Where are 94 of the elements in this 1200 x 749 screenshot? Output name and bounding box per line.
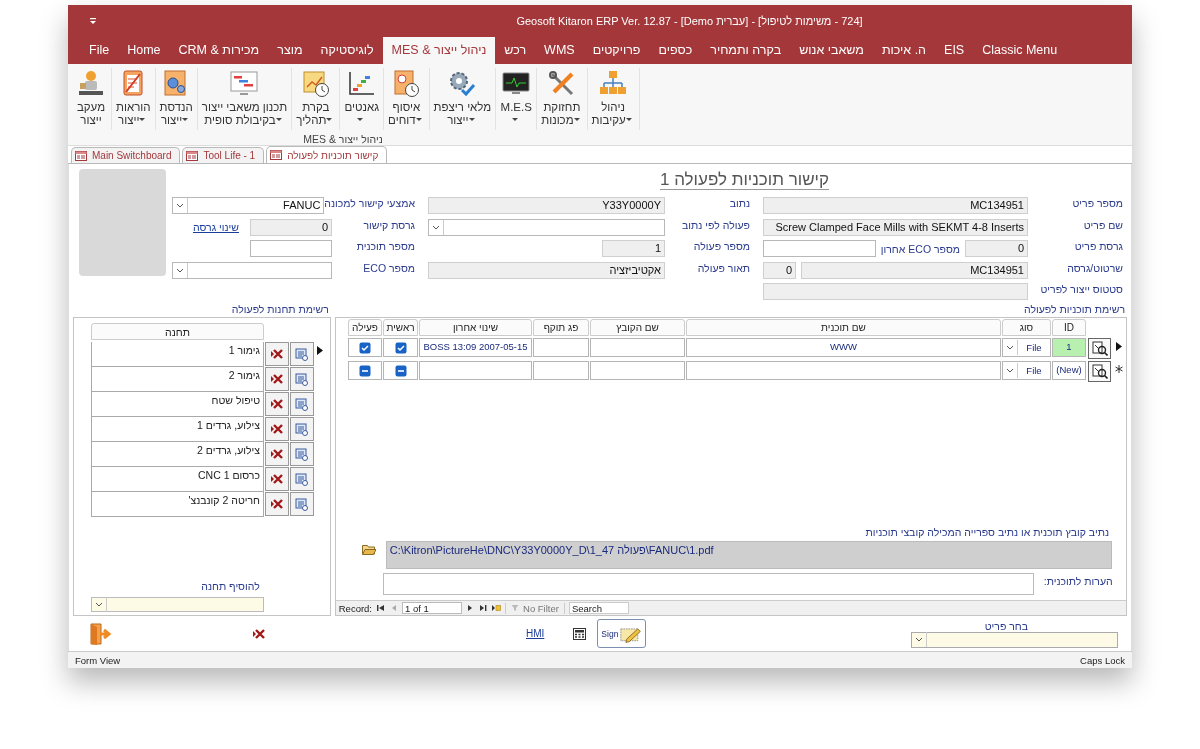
link[interactable]: שינוי גרסה xyxy=(192,221,239,233)
table-cell: (New) xyxy=(1052,361,1086,380)
text-field[interactable]: MC134951 xyxy=(763,197,1028,214)
field-label: תאור פעולה xyxy=(696,260,751,274)
column-header: תחנה xyxy=(91,323,264,340)
ribbon-tab[interactable]: מכירות & CRM xyxy=(169,37,269,64)
document-tab[interactable]: Tool Life - 1 xyxy=(182,147,265,163)
sign-button[interactable]: Sign xyxy=(597,619,647,648)
path-field[interactable]: C:\Kitron\PictureHe\DNC\Y33Y0000Y_D\פעולה 47_1\FANUC\1.pdf xyxy=(385,541,1112,569)
ribbon-button[interactable]: הנדסת ייצור xyxy=(155,68,198,130)
ribbon-tab[interactable]: WMS xyxy=(535,37,584,64)
status-text: Caps Lock xyxy=(1080,654,1125,666)
field-label: להוסיף תחנה xyxy=(200,580,261,592)
column-header: שינוי אחרון xyxy=(419,319,532,336)
document-tab[interactable]: קישור תוכניות לפעולה xyxy=(266,146,388,163)
ribbon-tab[interactable]: EIS xyxy=(935,37,974,64)
ribbon-tab[interactable]: לוגיסטיקה xyxy=(311,37,383,64)
field-label: שם פריט xyxy=(1082,217,1124,231)
field-label: פעולה לפי נתוב xyxy=(681,217,751,231)
ribbon-tab[interactable]: מוצר xyxy=(268,37,312,64)
section-label: רשימת תוכניות לפעולה xyxy=(1023,302,1126,317)
text-field[interactable]: Screw Clamped Face Mills with SEKMT 4-8 Inserts xyxy=(763,218,1028,236)
field-label: מספר ECO אחרון xyxy=(879,242,961,255)
text-field[interactable]: 0 xyxy=(965,240,1028,257)
combo-box[interactable]: File xyxy=(1002,361,1051,380)
ribbon-button[interactable]: תחזוקת מכונות xyxy=(537,68,588,130)
ribbon-tab[interactable]: ה. איכות xyxy=(872,37,936,64)
link[interactable]: HMI xyxy=(526,628,545,639)
status-text: Form View xyxy=(75,654,121,666)
field-label: סטטוס ייצור לפריט xyxy=(1039,282,1124,295)
ribbon-button[interactable]: תכנון משאבי ייצור בקיבולת סופית xyxy=(197,68,293,130)
field-label: אמצעי קישור למכונה xyxy=(324,196,416,209)
field-label: גרסת קישור xyxy=(362,217,416,231)
group-label: ניהול ייצור & MES xyxy=(302,133,384,145)
field-label: מספר ECO xyxy=(362,260,416,274)
ribbon-tab[interactable]: משאבי אנוש xyxy=(790,37,873,64)
ribbon-tab[interactable]: Home xyxy=(118,37,170,64)
ribbon-tab[interactable]: פרויקטים xyxy=(583,37,650,64)
ribbon-tab[interactable]: בקרה ותמחיר xyxy=(701,37,791,64)
ribbon-button[interactable]: ניהול עקיבות xyxy=(587,68,640,130)
station-cell: טיפול שטח xyxy=(91,392,264,417)
ribbon-button[interactable]: הוראות ייצור xyxy=(112,68,156,130)
field-label: מספר תוכנית xyxy=(355,239,416,252)
column-header: סוג xyxy=(1002,319,1051,336)
field-label: שרטוט/גרסה xyxy=(1066,260,1124,274)
text-field[interactable]: אקטיביזציה xyxy=(428,261,665,279)
text-field[interactable]: Y33Y0000Y xyxy=(428,197,665,214)
ribbon-button[interactable]: גאנטים xyxy=(340,68,385,130)
table-cell: WWW xyxy=(686,338,1001,357)
field-label: בחר פריט xyxy=(984,619,1029,632)
text-field[interactable]: 0 xyxy=(763,261,796,279)
combo-box[interactable]: File xyxy=(1002,338,1051,357)
navigator-label: Record: xyxy=(338,602,372,614)
filter-button[interactable]: No Filter xyxy=(505,602,565,614)
column-header: פג תוקף xyxy=(533,319,589,336)
section-label: רשימת תחנות לפעולה xyxy=(230,302,330,317)
ribbon-tab[interactable]: File xyxy=(80,37,119,64)
column-header: שם תוכנית xyxy=(686,319,1001,336)
field-label: נתוב xyxy=(728,196,751,209)
ribbon-tab[interactable]: כספים xyxy=(649,37,702,64)
ribbon-button[interactable]: בקרת תהליך xyxy=(292,68,341,130)
station-cell: גימור 1 xyxy=(91,342,264,367)
station-cell: צילוע, גרדים 2 xyxy=(91,442,264,467)
column-header: ID xyxy=(1052,319,1086,336)
station-cell: כרסום CNC 1 xyxy=(91,467,264,492)
station-cell: חריטה 2 קונבנצ' xyxy=(91,492,264,517)
table-cell: 1 xyxy=(1052,338,1086,357)
field-label: מספר פעולה xyxy=(692,239,751,252)
field-label: מספר פריט xyxy=(1071,196,1124,209)
record-position-field[interactable]: 1 of 1 xyxy=(402,602,462,614)
station-cell: גימור 2 xyxy=(91,367,264,392)
column-header: פעילה xyxy=(348,319,382,336)
ribbon-tab[interactable]: Classic Menu xyxy=(973,37,1067,64)
field-label: הערות לתוכנית: xyxy=(1043,574,1113,587)
table-cell: 2007-05-15 13:09 BOSS xyxy=(419,338,532,357)
ribbon-tab[interactable]: רכש xyxy=(495,37,536,64)
text-field[interactable]: 1 xyxy=(602,240,665,257)
ribbon-button[interactable]: איסוף דוחים xyxy=(384,68,430,130)
station-cell: צילוע, גרדים 1 xyxy=(91,417,264,442)
field-label: גרסת פריט xyxy=(1073,239,1124,252)
text-field[interactable]: MC134951 xyxy=(801,261,1028,279)
ribbon-button[interactable]: מלאי ריצפת ייצור xyxy=(429,68,497,130)
ribbon-button[interactable]: מעקב ייצור xyxy=(71,68,112,130)
combo-box[interactable]: FANUC xyxy=(172,197,325,214)
document-tab[interactable]: Main Switchboard xyxy=(71,147,181,163)
field-label: נתיב קובץ תוכנית או נתיב ספרייה המכילה קובצי תוכניות xyxy=(864,526,1110,538)
ribbon-button[interactable]: M.E.S xyxy=(496,68,538,130)
form-title: קישור תוכניות לפעולה 1 xyxy=(659,170,829,190)
column-header: שם הקובץ xyxy=(590,319,685,336)
text-field[interactable]: 0 xyxy=(250,218,332,236)
column-header: ראשית xyxy=(383,319,418,336)
ribbon-tab[interactable]: ניהול ייצור & MES xyxy=(382,37,496,64)
window-title: Geosoft Kitaron ERP Ver. 12.87 - [Demo עברית] - [724 - משימות לטיפול] xyxy=(515,15,864,27)
search-field[interactable]: Search xyxy=(568,602,629,614)
